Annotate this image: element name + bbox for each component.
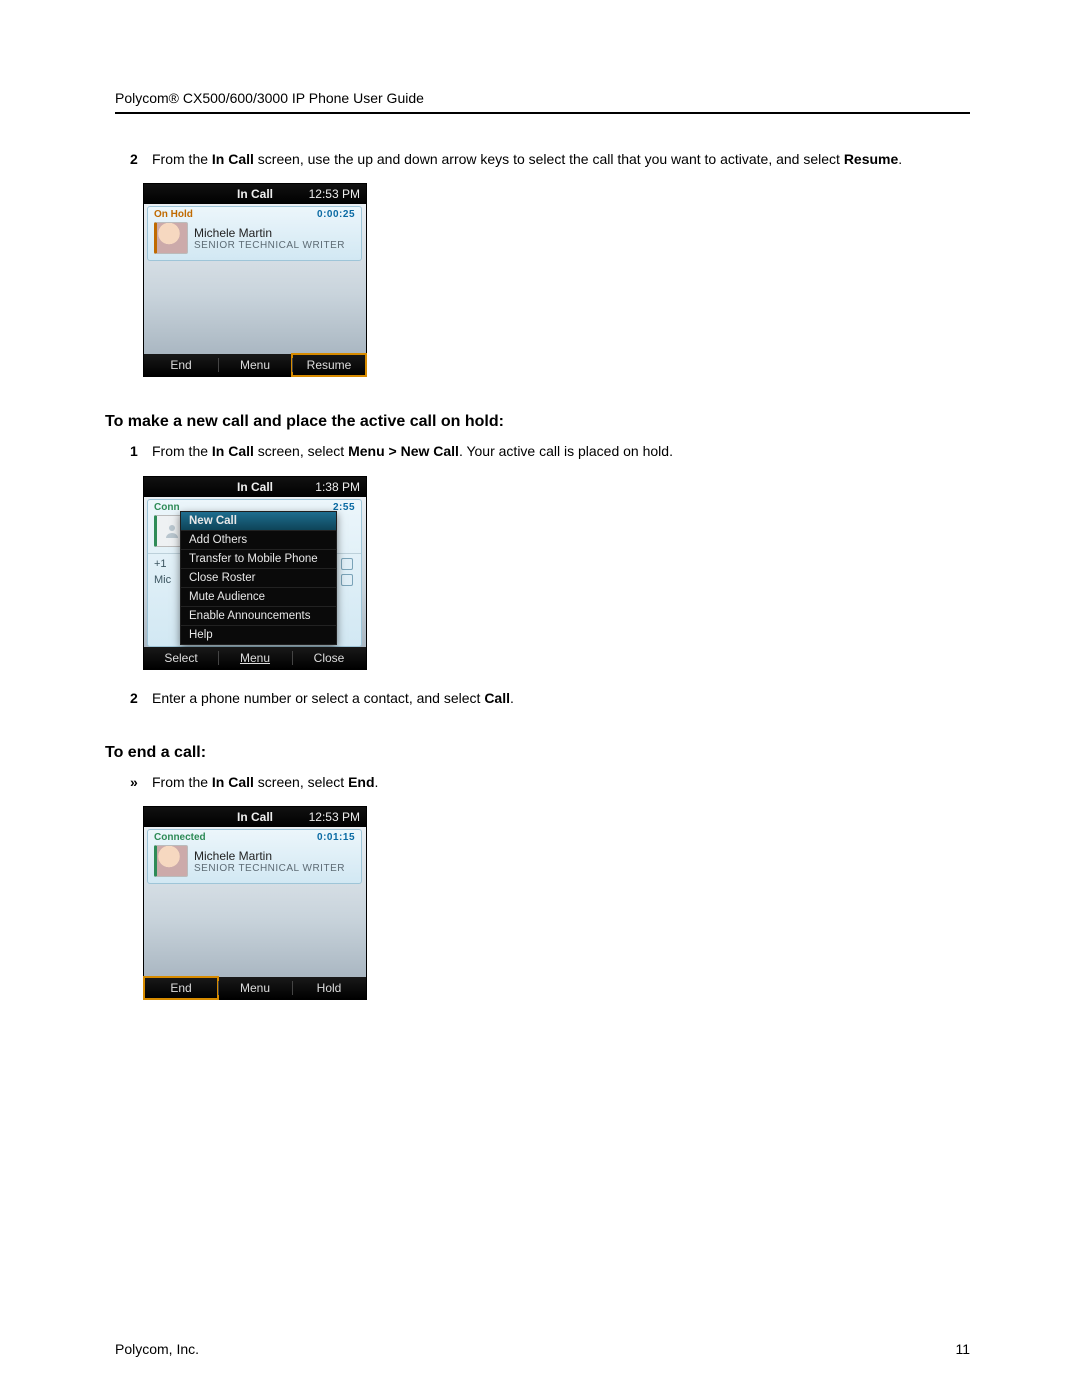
phone-topbar: In Call 12:53 PM [144,807,366,827]
softkey-bar: End Menu Hold [144,977,366,999]
participant-count: +1 [154,558,167,570]
menu-item-new-call[interactable]: New Call [181,512,336,531]
person-icon [164,523,180,539]
call-status: Connected [154,832,206,843]
step-text: From the In Call screen, select Menu > N… [152,441,970,461]
context-menu: New Call Add Others Transfer to Mobile P… [180,511,337,645]
section-heading-newcall: To make a new call and place the active … [105,413,970,431]
menu-item-help[interactable]: Help [181,626,336,644]
step-resume: 2 From the In Call screen, use the up an… [130,149,970,169]
phone-body: Conn 2:55 +1 Mic New Call Add Others Tra… [144,497,366,647]
call-card: Connected 0:01:15 Michele Martin SENIOR … [147,829,362,884]
softkey-menu[interactable]: Menu [218,977,292,999]
contact-name: Michele Martin [194,226,345,240]
softkey-resume[interactable]: Resume [292,354,366,376]
footer-company: Polycom, Inc. [115,1341,199,1357]
menu-item-close-roster[interactable]: Close Roster [181,569,336,588]
step-text: From the In Call screen, select End. [152,772,970,792]
menu-item-transfer-mobile[interactable]: Transfer to Mobile Phone [181,550,336,569]
contact-role: SENIOR TECHNICAL WRITER [194,240,345,251]
avatar [154,845,188,877]
menu-item-add-others[interactable]: Add Others [181,531,336,550]
phone-screen-menu: In Call 1:38 PM Conn 2:55 +1 Mic [143,476,367,670]
avatar [154,222,188,254]
mic-label: Mic [154,574,171,586]
screen-title: In Call [144,810,366,824]
page-header: Polycom® CX500/600/3000 IP Phone User Gu… [115,90,970,114]
softkey-bar: End Menu Resume [144,354,366,376]
phone-screen-onhold: In Call 12:53 PM On Hold 0:00:25 Michele… [143,183,367,377]
step-open-menu: 1 From the In Call screen, select Menu >… [130,441,970,461]
step-bullet: » [130,772,152,792]
page-footer: Polycom, Inc. 11 [115,1341,970,1357]
screen-title: In Call [144,480,366,494]
contact-name: Michele Martin [194,849,345,863]
menu-item-enable-announcements[interactable]: Enable Announcements [181,607,336,626]
phone-topbar: In Call 12:53 PM [144,184,366,204]
phone-body: Connected 0:01:15 Michele Martin SENIOR … [144,827,366,977]
softkey-select[interactable]: Select [144,647,218,669]
softkey-menu[interactable]: Menu [218,647,292,669]
softkey-menu[interactable]: Menu [218,354,292,376]
step-number: 2 [130,149,152,169]
phone-icon [341,574,353,586]
page: Polycom® CX500/600/3000 IP Phone User Gu… [0,0,1080,1397]
section-heading-endcall: To end a call: [105,744,970,762]
call-status: On Hold [154,209,193,220]
softkey-end[interactable]: End [144,354,218,376]
menu-item-mute-audience[interactable]: Mute Audience [181,588,336,607]
softkey-close[interactable]: Close [292,647,366,669]
screen-title: In Call [144,187,366,201]
presence-icon [341,558,353,570]
phone-body: On Hold 0:00:25 Michele Martin SENIOR TE… [144,204,366,354]
phone-topbar: In Call 1:38 PM [144,477,366,497]
footer-page: 11 [955,1341,970,1357]
step-dial: 2 Enter a phone number or select a conta… [130,688,970,708]
step-number: 1 [130,441,152,461]
softkey-hold[interactable]: Hold [292,977,366,999]
call-timer: 0:00:25 [317,209,355,220]
step-number: 2 [130,688,152,708]
softkey-bar: Select Menu Close [144,647,366,669]
softkey-end[interactable]: End [144,977,218,999]
step-text: From the In Call screen, use the up and … [152,149,970,169]
step-end: » From the In Call screen, select End. [130,772,970,792]
call-card: On Hold 0:00:25 Michele Martin SENIOR TE… [147,206,362,261]
contact-role: SENIOR TECHNICAL WRITER [194,863,345,874]
step-text: Enter a phone number or select a contact… [152,688,970,708]
call-timer: 0:01:15 [317,832,355,843]
phone-screen-connected: In Call 12:53 PM Connected 0:01:15 Miche… [143,806,367,1000]
call-status: Conn [154,502,180,513]
